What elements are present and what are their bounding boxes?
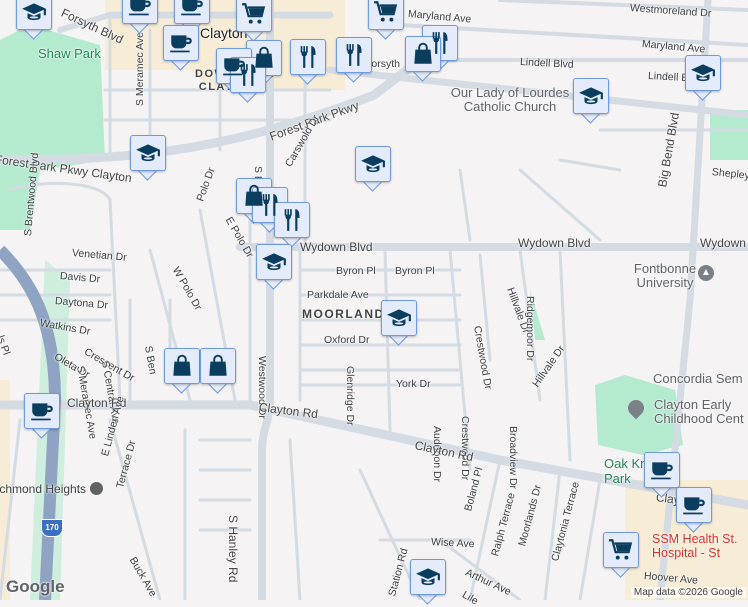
graduation-cap-icon xyxy=(690,60,716,86)
street-wydown-blvd: Wydown Blvd xyxy=(300,240,373,254)
street-ridgemoor-dr: Ridgemoor Dr xyxy=(524,296,536,362)
shopping-bag-icon xyxy=(410,41,436,67)
place-richmond-heights: Richmond Heights xyxy=(0,482,87,496)
marker-cafe[interactable] xyxy=(122,0,158,34)
place-our-lady-of-lourdes: Our Lady of Lourdes Catholic Church xyxy=(450,85,570,114)
place-ssm-health-hospital: SSM Health St. Hospital - St xyxy=(652,532,738,560)
fork-knife-icon xyxy=(279,207,305,233)
map-data-attribution[interactable]: Map data ©2026 Google xyxy=(630,587,746,598)
coffee-icon xyxy=(168,30,194,56)
place-concordia-sem: Concordia Sem xyxy=(653,371,743,386)
marker-shop[interactable] xyxy=(405,36,441,82)
place-clayton-early-childhood: Clayton Early Childhood Cent xyxy=(654,397,744,426)
marker-school[interactable] xyxy=(381,300,417,346)
street-wydown-blvd-mid: Wydown Blvd xyxy=(518,236,591,250)
marker-school[interactable] xyxy=(410,559,446,605)
street-york-dr: York Dr xyxy=(396,378,431,390)
marker-school[interactable] xyxy=(130,135,166,181)
graduation-cap-icon xyxy=(386,305,412,331)
place-shaw-park: Shaw Park xyxy=(38,46,101,61)
university-icon[interactable]: ▲ xyxy=(698,265,714,281)
coffee-icon xyxy=(649,457,675,483)
marker-school[interactable] xyxy=(573,78,609,124)
marker-restaurant[interactable] xyxy=(290,39,326,85)
marker-grocery[interactable] xyxy=(603,532,639,578)
marker-school[interactable] xyxy=(16,0,52,40)
interstate-170-shield: 170 xyxy=(41,519,63,537)
graduation-cap-icon xyxy=(21,0,47,25)
graduation-cap-icon xyxy=(578,83,604,109)
shopping-bag-icon xyxy=(205,353,231,379)
fork-knife-icon xyxy=(295,44,321,70)
map-canvas[interactable] xyxy=(0,0,748,600)
street-glenridge-dr: Glenridge Dr xyxy=(344,366,356,426)
shopping-cart-icon xyxy=(608,537,634,563)
street-s-meramec-ave: S Meramec Ave xyxy=(134,32,146,106)
street-s-hanley-rd: S Hanley Rd xyxy=(226,515,240,583)
street-wydown-blvd-east: Wydown Blvd xyxy=(700,236,748,250)
google-logo: Google xyxy=(6,577,65,596)
fork-knife-icon xyxy=(235,62,261,88)
coffee-icon xyxy=(127,0,153,19)
coffee-icon xyxy=(29,398,55,424)
marker-grocery[interactable] xyxy=(236,0,272,42)
street-wise-ave: Wise Ave xyxy=(430,536,475,551)
marker-restaurant[interactable] xyxy=(230,57,266,103)
shopping-cart-icon xyxy=(373,0,399,25)
marker-school[interactable] xyxy=(685,55,721,101)
marker-cafe[interactable] xyxy=(676,487,712,533)
place-fontbonne-university: Fontbonne University xyxy=(633,261,697,290)
graduation-cap-icon xyxy=(261,249,287,275)
marker-cafe[interactable] xyxy=(24,393,60,439)
marker-school[interactable] xyxy=(355,146,391,192)
marker-shop[interactable] xyxy=(200,348,236,394)
graduation-cap-icon xyxy=(415,564,441,590)
coffee-icon xyxy=(179,0,205,19)
fork-knife-icon xyxy=(341,42,367,68)
coffee-icon xyxy=(681,492,707,518)
shopping-cart-icon xyxy=(241,1,267,27)
street-byron-pl: Byron Pl xyxy=(336,265,376,277)
transit-icon[interactable] xyxy=(90,482,103,495)
street-byron-pl-2: Byron Pl xyxy=(395,265,435,277)
marker-restaurant[interactable] xyxy=(274,202,310,248)
marker-cafe[interactable] xyxy=(644,452,680,498)
marker-school[interactable] xyxy=(256,244,292,290)
street-broadview-dr: Broadview Dr xyxy=(507,426,519,490)
graduation-cap-icon xyxy=(135,140,161,166)
marker-shop[interactable] xyxy=(164,348,200,394)
marker-cafe[interactable] xyxy=(163,25,199,71)
street-oxford-dr: Oxford Dr xyxy=(324,334,370,346)
graduation-cap-icon xyxy=(360,151,386,177)
marker-grocery[interactable] xyxy=(368,0,404,40)
shopping-bag-icon xyxy=(169,353,195,379)
marker-restaurant[interactable] xyxy=(336,37,372,83)
street-parkdale-ave: Parkdale Ave xyxy=(307,289,369,301)
